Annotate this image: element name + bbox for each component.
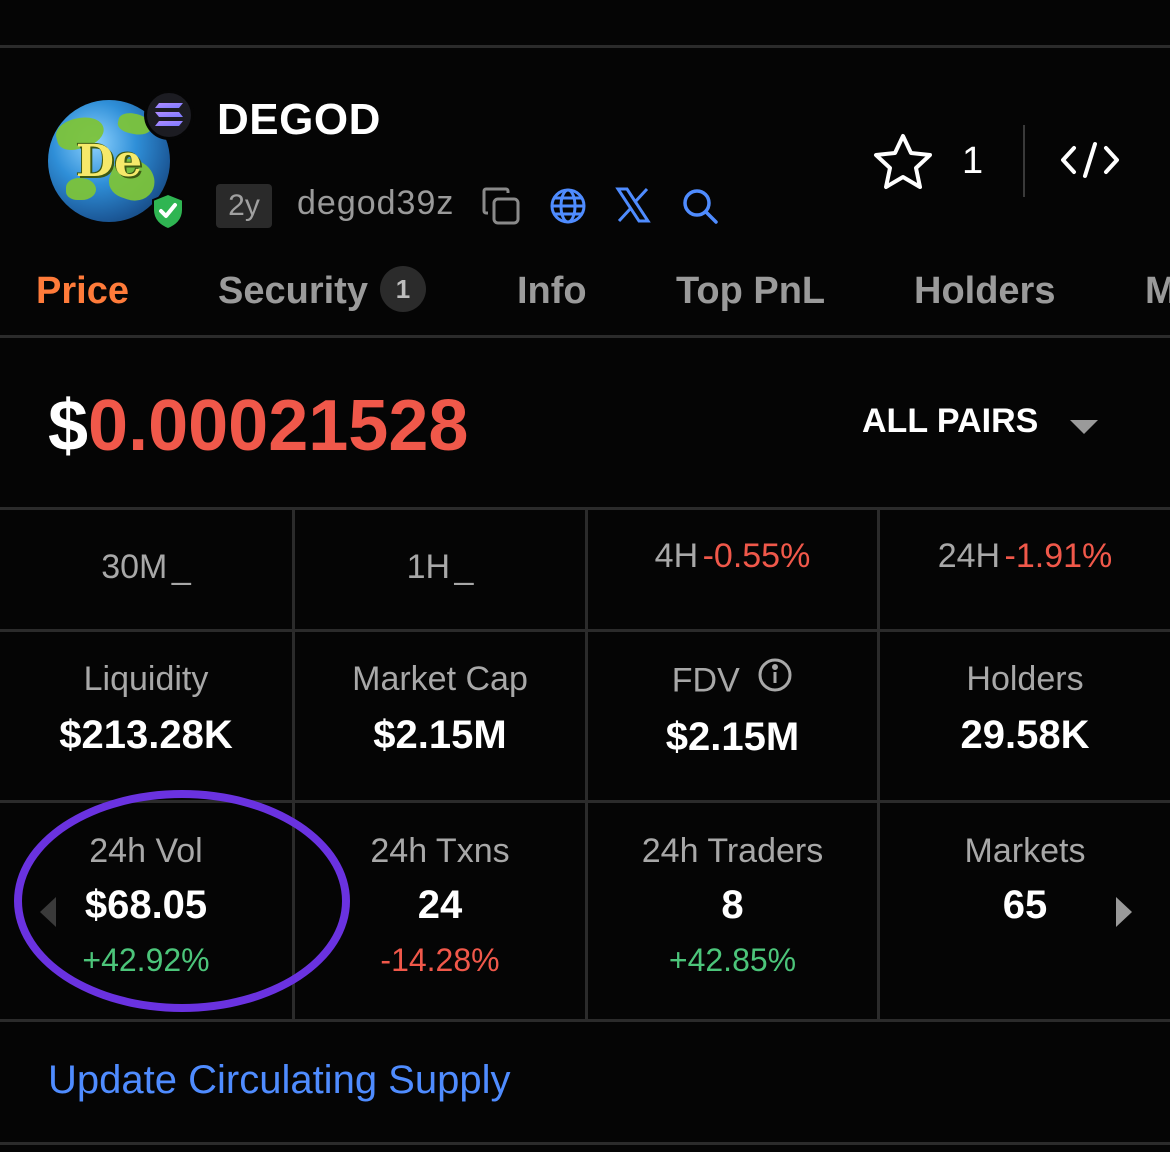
info-icon[interactable] <box>757 657 793 702</box>
top-divider <box>0 45 1170 48</box>
metric-value: 29.58K <box>960 713 1090 757</box>
metric-label: Liquidity <box>83 660 209 698</box>
activity-change: -14.28% <box>380 942 500 978</box>
timeframe-change: _ <box>454 548 474 586</box>
metric-label: FDV <box>588 657 877 705</box>
tab-security[interactable]: Security 1 <box>218 266 426 316</box>
tab-security-badge: 1 <box>379 266 426 312</box>
x-icon[interactable] <box>614 186 652 229</box>
fdv-label: FDV <box>671 661 740 700</box>
tabs-divider <box>0 335 1170 338</box>
metric-market-cap: Market Cap $2.15M <box>295 660 585 758</box>
all-pairs-dropdown[interactable]: ALL PAIRS <box>862 402 1038 441</box>
metric-liquidity: Liquidity $213.28K <box>0 660 292 758</box>
metric-label: Holders <box>966 660 1084 698</box>
price-value: 0.00021528 <box>88 386 469 466</box>
tab-price[interactable]: Price <box>36 270 129 313</box>
timeframe-label: 1H <box>406 548 451 586</box>
token-age-badge: 2y <box>216 184 272 228</box>
tab-security-label: Security <box>218 270 368 313</box>
timeframe-1h[interactable]: 1H _ <box>295 548 585 587</box>
activity-label: 24h Traders <box>641 832 824 870</box>
header-divider <box>1023 125 1025 197</box>
watchlist-count: 1 <box>962 140 984 182</box>
timeframe-change: -1.91% <box>1004 537 1113 575</box>
highlight-circle-annotation <box>14 790 350 1012</box>
solana-icon <box>144 90 194 140</box>
copy-icon[interactable] <box>480 185 522 232</box>
tab-bar: Price Security 1 Info Top PnL Holders M <box>0 266 1170 330</box>
tab-info[interactable]: Info <box>517 270 587 313</box>
tab-markets-partial[interactable]: M <box>1145 270 1170 313</box>
bottom-divider <box>0 1142 1170 1145</box>
timeframe-label: 30M <box>101 548 168 586</box>
metric-value: $2.15M <box>665 715 800 759</box>
metric-holders: Holders 29.58K <box>880 660 1170 758</box>
tab-top-pnl[interactable]: Top PnL <box>676 270 825 313</box>
price-currency: $ <box>48 386 89 466</box>
timeframe-change: _ <box>171 548 191 586</box>
token-name: DEGOD <box>217 95 381 144</box>
grid-col-rule-3 <box>877 507 880 1022</box>
shield-check-icon <box>150 192 186 231</box>
timeframe-24h[interactable]: 24H -1.91% <box>880 537 1170 576</box>
metric-value: $213.28K <box>59 713 233 757</box>
timeframe-label: 24H <box>937 537 1001 575</box>
timeframe-4h[interactable]: 4H -0.55% <box>588 537 877 576</box>
token-price: $0.00021528 <box>48 385 468 467</box>
update-circulating-supply-link[interactable]: Update Circulating Supply <box>48 1058 510 1103</box>
chevron-right-icon[interactable] <box>1114 895 1136 934</box>
activity-24h-traders: 24h Traders 8 +42.85% <box>588 832 877 979</box>
activity-value: 8 <box>721 883 744 927</box>
timeframe-change: -0.55% <box>702 537 811 575</box>
activity-label: Markets <box>964 832 1086 870</box>
globe-icon[interactable] <box>548 186 588 231</box>
token-address-short: degod39z <box>297 184 455 222</box>
code-icon[interactable] <box>1060 140 1120 185</box>
tab-holders[interactable]: Holders <box>914 270 1055 313</box>
token-logo: De <box>48 90 194 231</box>
caret-down-icon[interactable] <box>1068 418 1100 441</box>
metric-label: Market Cap <box>352 660 528 698</box>
metric-value: $2.15M <box>373 713 507 757</box>
activity-change: +42.85% <box>668 942 797 978</box>
star-icon[interactable] <box>872 132 934 197</box>
search-icon[interactable] <box>680 186 720 231</box>
timeframe-label: 4H <box>654 537 699 575</box>
metric-fdv: FDV $2.15M <box>588 657 877 760</box>
timeframe-30m[interactable]: 30M _ <box>0 548 292 587</box>
